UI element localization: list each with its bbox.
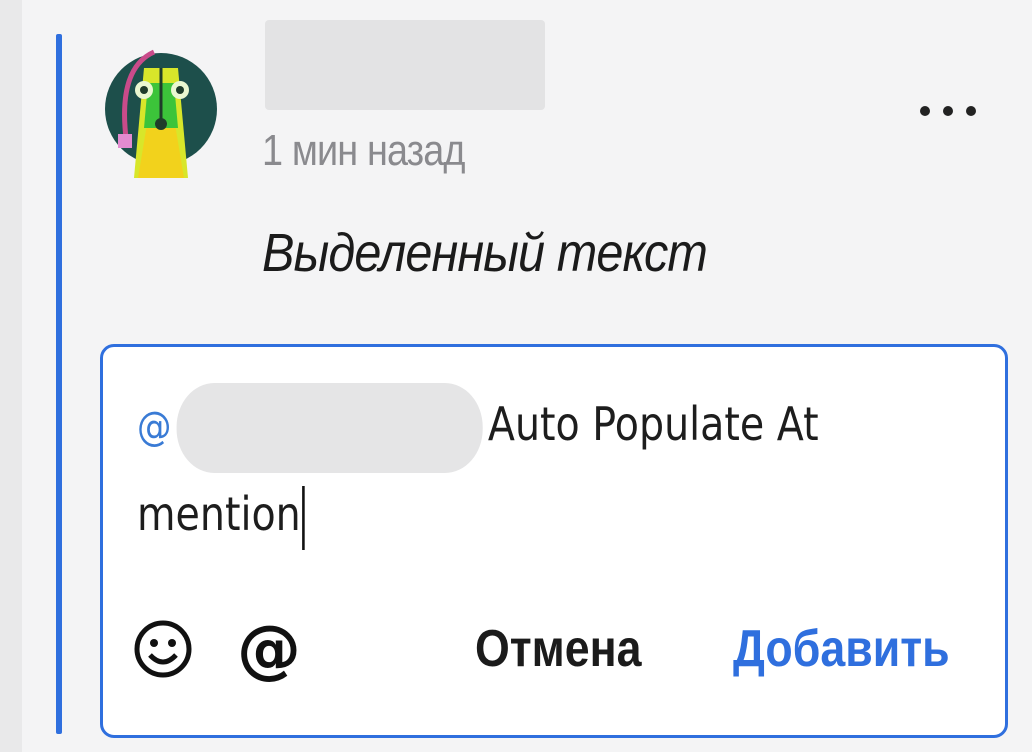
dot <box>966 106 976 116</box>
smiley-icon[interactable] <box>133 617 193 681</box>
left-panel-edge <box>0 0 22 752</box>
reply-line-1: @ Auto Populate At <box>137 381 819 473</box>
chameleon-avatar-icon <box>105 49 217 178</box>
highlighted-text: Выделенный текст <box>262 223 708 283</box>
reply-line-2: mention <box>137 471 306 557</box>
dot <box>920 106 930 116</box>
author-name-redacted <box>265 20 545 110</box>
add-button[interactable]: Добавить <box>733 619 950 679</box>
more-options-icon[interactable] <box>920 98 976 124</box>
text-cursor <box>302 485 306 550</box>
reply-text-line2: mention <box>137 487 301 541</box>
cancel-button[interactable]: Отмена <box>475 619 642 679</box>
dot <box>943 106 953 116</box>
mention-chip-redacted[interactable] <box>176 382 483 473</box>
mention-at-sign: @ <box>137 404 172 450</box>
thread-indicator-line <box>56 34 62 734</box>
avatar[interactable] <box>104 28 218 190</box>
mention-at-icon[interactable]: @ <box>237 613 301 687</box>
reply-text-input[interactable]: @ Auto Populate At mention <box>137 381 977 561</box>
reply-text-line1: Auto Populate At <box>487 397 819 451</box>
reply-editor-box[interactable]: @ Auto Populate At mention @ Отмена Добав… <box>100 344 1008 738</box>
comment-timestamp: 1 мин назад <box>262 126 466 175</box>
